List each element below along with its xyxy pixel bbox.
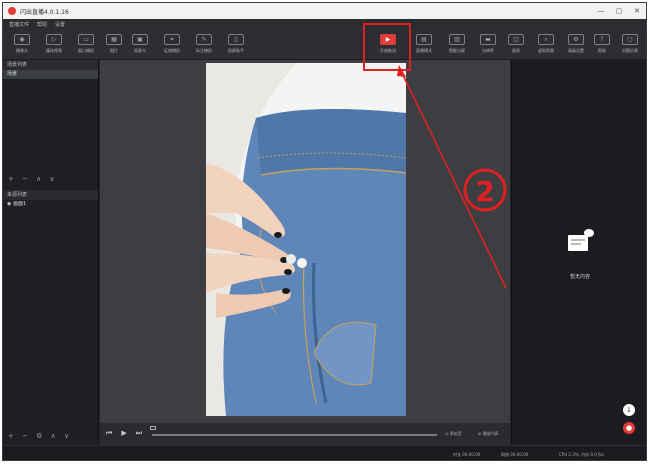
annotation-overlay: 2 — [397, 65, 507, 289]
annotation-number: 2 — [475, 175, 494, 208]
app-window: 闪出直播4.0.1.16 — ▢ ✕ 直播文件 帮助 设置 ◉ 摄像头 ▷ 媒体视频… — [2, 2, 647, 461]
